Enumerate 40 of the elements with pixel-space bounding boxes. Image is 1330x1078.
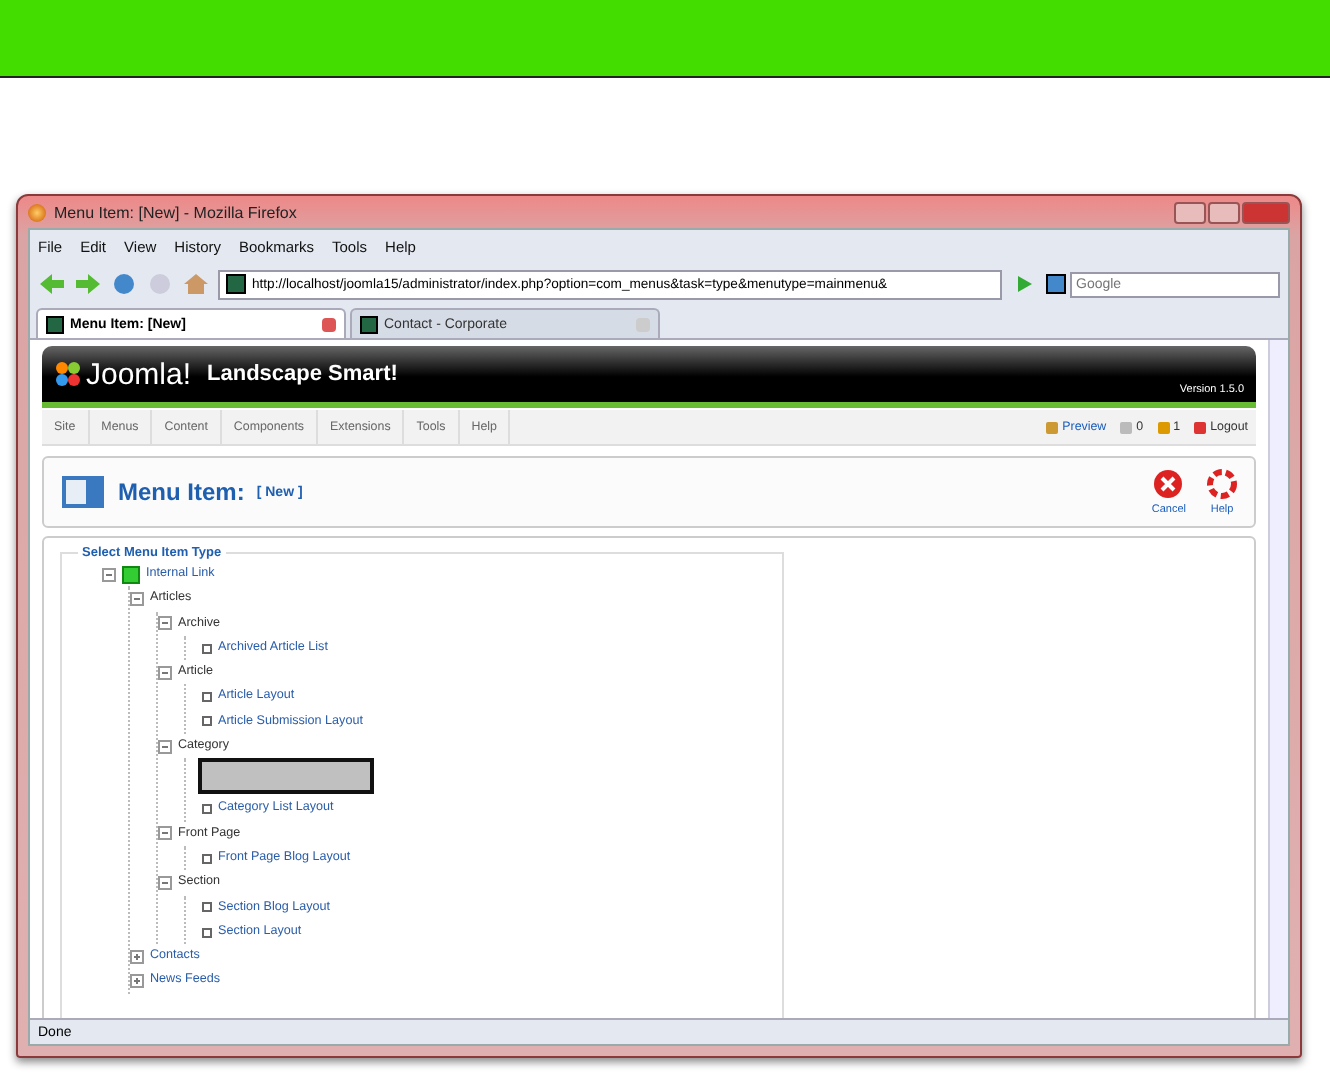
favicon-icon	[360, 315, 378, 333]
menu-item-icon	[60, 474, 106, 510]
maximize-button[interactable]	[1208, 201, 1240, 223]
collapse-icon[interactable]	[102, 567, 116, 582]
bullet-icon	[202, 643, 212, 654]
bullet-icon	[202, 692, 212, 703]
collapse-icon[interactable]	[158, 739, 172, 754]
bullet-icon	[202, 902, 212, 913]
back-icon[interactable]	[38, 272, 66, 296]
search-engine-icon[interactable]	[1046, 274, 1066, 294]
tab-close-button[interactable]	[322, 317, 336, 331]
preview-icon	[1046, 421, 1059, 433]
collapse-icon[interactable]	[158, 616, 172, 631]
home-icon[interactable]	[182, 272, 210, 296]
link-icon	[122, 565, 140, 584]
logout-icon	[1194, 421, 1207, 433]
favicon-icon	[46, 315, 64, 333]
expand-icon[interactable]	[130, 949, 144, 964]
messages-icon	[1120, 421, 1133, 433]
page-title: Menu Item:	[118, 478, 245, 506]
scrollbar[interactable]	[1268, 340, 1288, 1018]
bullet-icon	[202, 804, 212, 815]
users-icon	[1157, 421, 1170, 433]
expand-icon[interactable]	[130, 974, 144, 989]
collapse-icon[interactable]	[130, 591, 144, 606]
minimize-button[interactable]	[1174, 201, 1206, 223]
bullet-icon	[202, 927, 212, 937]
reload-icon[interactable]	[110, 272, 138, 296]
close-button[interactable]	[1242, 201, 1290, 223]
browser-icon	[28, 203, 46, 221]
favicon-icon	[226, 274, 246, 294]
window-title: Menu Item: [New] - Mozilla Firefox	[54, 203, 299, 221]
site-name: Landscape Smart!	[207, 362, 398, 386]
collapse-icon[interactable]	[158, 875, 172, 890]
collapse-icon[interactable]	[158, 665, 172, 680]
forward-icon[interactable]	[74, 272, 102, 296]
bullet-icon	[202, 716, 212, 727]
collapse-icon[interactable]	[158, 826, 172, 841]
bullet-icon	[202, 853, 212, 864]
logo: Joomla!	[54, 357, 192, 391]
